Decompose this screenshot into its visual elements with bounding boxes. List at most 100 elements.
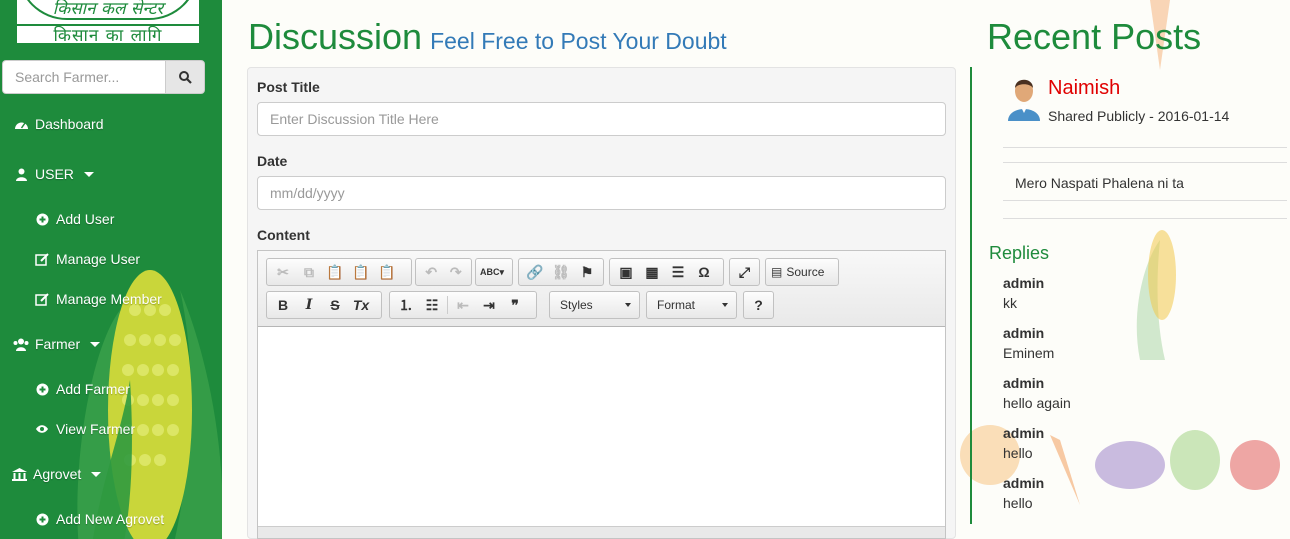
spellcheck-group: ABC▾ [475,258,513,286]
remove-format-icon[interactable]: Tx [348,294,374,316]
maximize-icon[interactable]: ⤢ [733,261,756,283]
caret-down-icon [91,471,102,477]
logo-text-top: किसान कल सेन्टर [52,0,164,19]
sidebar-item-label: Add User [56,211,115,227]
reply-item: admin hello again [1003,373,1071,413]
cut-icon[interactable]: ✂ [270,261,296,283]
unlink-icon[interactable]: ⛓ [548,261,574,283]
reply-user: admin [1003,325,1045,341]
search-button[interactable] [165,60,205,94]
link-group: 🔗 ⛓ ⚑ [518,258,604,286]
basic-styles-group: B I S Tx [266,291,382,319]
copy-icon[interactable]: ⧉ [296,261,322,283]
reply-item: admin kk [1003,273,1044,313]
page-heading: Discussion [248,16,423,57]
editor-toolbar: ✂ ⧉ 📋 📋 📋 ↶ ↷ ABC▾ 🔗 ⛓ ⚑ ▣ ▦ ☰ Ω ⤢ ▤ Sou… [258,251,945,327]
table-icon[interactable]: ▦ [639,261,665,283]
dashboard-icon [13,117,29,131]
date-input[interactable] [257,176,946,210]
indent-icon[interactable]: ⇥ [476,294,502,316]
bank-icon [11,467,27,481]
strikethrough-icon[interactable]: S [322,294,348,316]
sidebar-item-label: Add Farmer [56,381,130,397]
italic-icon[interactable]: I [296,294,322,316]
sidebar-item-add-user[interactable]: Add User [34,208,114,230]
reply-text: hello again [1003,395,1071,411]
bulleted-list-icon[interactable]: ☷ [419,294,445,316]
clipboard-group: ✂ ⧉ 📋 📋 📋 [266,258,412,286]
link-icon[interactable]: 🔗 [522,261,548,283]
sidebar-item-view-farmer[interactable]: View Farmer [34,418,135,440]
help-icon: ? [754,297,763,313]
spellcheck-icon[interactable]: ABC▾ [479,261,505,283]
table-row-divider [1003,162,1287,163]
sidebar-item-farmer[interactable]: Farmer [13,333,101,355]
reply-item: admin hello [1003,423,1044,463]
brand-logo[interactable]: किसान कल सेन्टर किसान का लागि [17,0,199,46]
blockquote-icon[interactable]: ❞ [502,294,528,316]
special-char-icon[interactable]: Ω [691,261,717,283]
reply-user: admin [1003,425,1045,441]
numbered-list-icon[interactable]: ⒈ [393,294,419,316]
recent-posts-divider [970,67,972,524]
redo-icon[interactable]: ↷ [444,261,469,283]
source-button[interactable]: ▤ Source [765,258,839,286]
toolbar-separator [447,296,448,314]
plus-circle-icon [34,512,50,526]
reply-user: admin [1003,375,1045,391]
insert-group: ▣ ▦ ☰ Ω [609,258,724,286]
caret-down-icon [90,341,101,347]
source-icon: ▤ [771,265,783,279]
table-row-divider [1003,200,1287,201]
post-author[interactable]: Naimish [1048,77,1120,100]
paste-text-icon[interactable]: 📋 [348,261,374,283]
replies-heading: Replies [989,243,1050,263]
search-farmer-input[interactable] [2,60,165,94]
reply-item: admin hello [1003,473,1044,513]
help-button[interactable]: ? [743,291,774,319]
paste-word-icon[interactable]: 📋 [374,261,400,283]
dropdown-arrow-icon [722,303,728,307]
reply-text: hello [1003,445,1033,461]
eye-icon [34,422,50,436]
sidebar-item-label: View Farmer [56,421,136,437]
search-farmer-form [2,60,205,94]
image-icon[interactable]: ▣ [613,261,639,283]
editor-content-area[interactable] [258,327,945,527]
corn-decor-icon [1136,230,1176,360]
sidebar-item-manage-member[interactable]: Manage Member [34,288,162,310]
list-group: ⒈ ☷ ⇤ ⇥ ❞ [389,291,537,319]
reply-user: admin [1003,275,1045,291]
rich-text-editor: ✂ ⧉ 📋 📋 📋 ↶ ↷ ABC▾ 🔗 ⛓ ⚑ ▣ ▦ ☰ Ω ⤢ ▤ Sou… [257,250,946,539]
format-label: Format [657,298,696,312]
edit-icon [34,292,50,306]
sidebar-item-user[interactable]: USER [13,163,94,185]
editor-status-bar [258,526,945,538]
format-dropdown[interactable]: Format [646,291,737,319]
search-icon [178,70,192,84]
sidebar-item-add-farmer[interactable]: Add Farmer [34,378,130,400]
horizontal-rule-icon[interactable]: ☰ [665,261,691,283]
sidebar-item-label: Agrovet [33,466,82,482]
page-title: Discussion Feel Free to Post Your Doubt [248,16,727,58]
sidebar-item-add-new-agrovet[interactable]: Add New Agrovet [34,508,164,530]
reply-item: admin Eminem [1003,323,1054,363]
page-subheading: Feel Free to Post Your Doubt [430,28,727,54]
styles-dropdown[interactable]: Styles [549,291,640,319]
sidebar-item-label: Manage Member [56,291,162,307]
sidebar-item-dashboard[interactable]: Dashboard [13,113,104,135]
bold-icon[interactable]: B [270,294,296,316]
dropdown-arrow-icon [625,303,631,307]
paste-icon[interactable]: 📋 [322,261,348,283]
sidebar-item-label: Farmer [35,336,81,352]
post-title-input[interactable] [257,102,946,136]
sidebar: किसान कल सेन्टर किसान का लागि Dashboard … [0,0,222,539]
anchor-flag-icon[interactable]: ⚑ [574,261,600,283]
post-title-label: Post Title [257,79,320,95]
undo-icon[interactable]: ↶ [419,261,444,283]
users-icon [13,337,29,351]
sidebar-item-manage-user[interactable]: Manage User [34,248,140,270]
sidebar-item-label: Add New Agrovet [56,511,165,527]
outdent-icon[interactable]: ⇤ [450,294,476,316]
sidebar-item-agrovet[interactable]: Agrovet [11,463,102,485]
